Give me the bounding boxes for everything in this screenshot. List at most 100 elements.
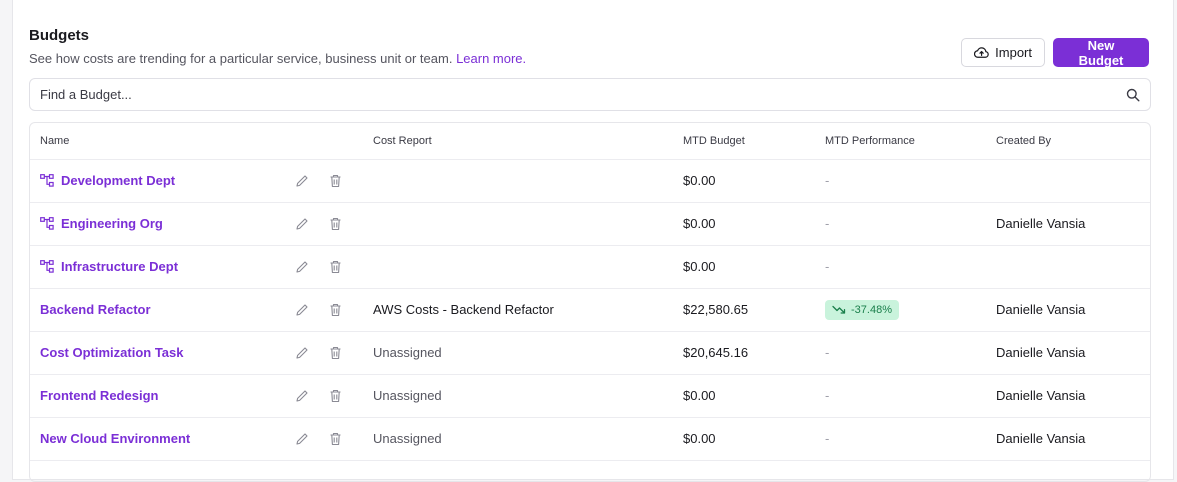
name-cell: Development Dept <box>30 159 285 203</box>
budget-name: Engineering Org <box>61 216 163 231</box>
created-by-cell <box>986 159 1150 203</box>
search-bar <box>29 78 1151 111</box>
table-row-5[interactable]: Cost Optimization Task Unassigned $20,64… <box>30 331 1150 375</box>
mtd-budget-cell: $0.00 <box>673 374 815 418</box>
table-row-6[interactable]: Frontend Redesign Unassigned $0.00 - Dan… <box>30 374 1150 418</box>
budget-name: Infrastructure Dept <box>61 259 179 274</box>
learn-more-link[interactable]: Learn more. <box>456 51 526 66</box>
performance-badge: -37.48% <box>825 299 899 320</box>
org-hierarchy-icon <box>40 174 54 187</box>
trash-icon[interactable] <box>329 174 342 188</box>
mtd-performance-cell: - <box>815 245 986 289</box>
org-hierarchy-icon <box>40 260 54 273</box>
col-cost-report[interactable]: Cost Report <box>363 123 673 160</box>
created-by-cell: Danielle Vansia <box>986 331 1150 375</box>
cost-report-cell[interactable]: Unassigned <box>363 417 673 461</box>
mtd-performance-cell: - <box>815 202 986 246</box>
pencil-icon[interactable] <box>295 217 309 231</box>
mtd-budget-cell: $0.00 <box>673 159 815 203</box>
trash-icon[interactable] <box>329 389 342 403</box>
header-actions: Import New Budget <box>961 38 1149 68</box>
name-cell: Engineering Org <box>30 202 285 246</box>
budget-name-link[interactable]: Engineering Org <box>40 216 275 231</box>
budget-name-link[interactable]: Development Dept <box>40 173 275 188</box>
created-by-cell: Danielle Vansia <box>986 202 1150 246</box>
created-by-cell: Danielle Vansia <box>986 288 1150 332</box>
performance-value: - <box>825 173 830 188</box>
table-row-1[interactable]: Development Dept $0.00 - <box>30 159 1150 203</box>
row-actions-cell <box>285 331 363 375</box>
budget-name-link[interactable]: New Cloud Environment <box>40 431 275 446</box>
import-button[interactable]: Import <box>961 38 1045 67</box>
pencil-icon[interactable] <box>295 346 309 360</box>
table-row-4[interactable]: Backend Refactor AWS Costs - Backend Ref… <box>30 288 1150 332</box>
cost-report-cell[interactable]: AWS Costs - Backend Refactor <box>363 288 673 332</box>
cost-report-cell[interactable] <box>363 202 673 246</box>
trash-icon[interactable] <box>329 432 342 446</box>
created-by-cell: Danielle Vansia <box>986 417 1150 461</box>
budget-name: Backend Refactor <box>40 302 151 317</box>
trash-icon[interactable] <box>329 303 342 317</box>
trash-icon[interactable] <box>329 346 342 360</box>
row-actions-cell <box>285 374 363 418</box>
cost-report-cell[interactable] <box>363 159 673 203</box>
performance-value: - <box>825 259 830 274</box>
search-input[interactable] <box>40 87 1126 102</box>
new-budget-button[interactable]: New Budget <box>1053 38 1149 68</box>
col-mtd-budget[interactable]: MTD Budget <box>673 123 815 160</box>
budget-name: Development Dept <box>61 173 176 188</box>
col-actions <box>285 123 363 160</box>
col-created-by[interactable]: Created By <box>986 123 1150 160</box>
mtd-performance-cell: - <box>815 374 986 418</box>
trash-icon[interactable] <box>329 217 342 231</box>
cost-report-cell[interactable] <box>363 245 673 289</box>
row-actions-cell <box>285 159 363 203</box>
cost-report-cell[interactable]: Unassigned <box>363 374 673 418</box>
table-row-3[interactable]: Infrastructure Dept $0.00 - <box>30 245 1150 289</box>
budgets-card: Budgets See how costs are trending for a… <box>12 0 1174 482</box>
name-cell: Backend Refactor <box>30 288 285 332</box>
mtd-performance-cell: -37.48% <box>815 288 986 332</box>
created-by-cell: Danielle Vansia <box>986 374 1150 418</box>
name-cell: Frontend Redesign <box>30 374 285 418</box>
mtd-budget-cell: $22,580.65 <box>673 288 815 332</box>
row-actions-cell <box>285 288 363 332</box>
pencil-icon[interactable] <box>295 174 309 188</box>
table-header-row: Name Cost Report MTD Budget MTD Performa… <box>30 123 1150 160</box>
budget-name-link[interactable]: Backend Refactor <box>40 302 275 317</box>
budget-name: New Cloud Environment <box>40 431 191 446</box>
table-row-2[interactable]: Engineering Org $0.00 - Danielle Vansia <box>30 202 1150 246</box>
table-row-7[interactable]: New Cloud Environment Unassigned $0.00 -… <box>30 417 1150 461</box>
budget-name-link[interactable]: Frontend Redesign <box>40 388 275 403</box>
name-cell: New Cloud Environment <box>30 417 285 461</box>
mtd-budget-cell: $20,645.16 <box>673 331 815 375</box>
pencil-icon[interactable] <box>295 389 309 403</box>
col-mtd-performance[interactable]: MTD Performance <box>815 123 986 160</box>
mtd-performance-cell: - <box>815 159 986 203</box>
performance-value: -37.48% <box>851 303 892 316</box>
performance-value: - <box>825 388 830 403</box>
performance-value: - <box>825 345 830 360</box>
subtitle-text: See how costs are trending for a particu… <box>29 51 453 66</box>
org-hierarchy-icon <box>40 217 54 230</box>
name-cell: Infrastructure Dept <box>30 245 285 289</box>
budgets-table: Name Cost Report MTD Budget MTD Performa… <box>29 122 1151 482</box>
budget-name: Frontend Redesign <box>40 388 159 403</box>
row-actions-cell <box>285 417 363 461</box>
mtd-performance-cell: - <box>815 331 986 375</box>
col-name[interactable]: Name <box>30 123 285 160</box>
row-actions-cell <box>285 245 363 289</box>
pencil-icon[interactable] <box>295 432 309 446</box>
cloud-upload-icon <box>974 47 989 58</box>
pencil-icon[interactable] <box>295 303 309 317</box>
trash-icon[interactable] <box>329 260 342 274</box>
cost-report-cell[interactable]: Unassigned <box>363 331 673 375</box>
import-label: Import <box>995 45 1032 60</box>
name-cell: Cost Optimization Task <box>30 331 285 375</box>
budget-name-link[interactable]: Infrastructure Dept <box>40 259 275 274</box>
search-icon[interactable] <box>1126 88 1140 102</box>
trending-down-icon <box>832 305 846 314</box>
mtd-budget-cell: $0.00 <box>673 202 815 246</box>
budget-name-link[interactable]: Cost Optimization Task <box>40 345 275 360</box>
pencil-icon[interactable] <box>295 260 309 274</box>
